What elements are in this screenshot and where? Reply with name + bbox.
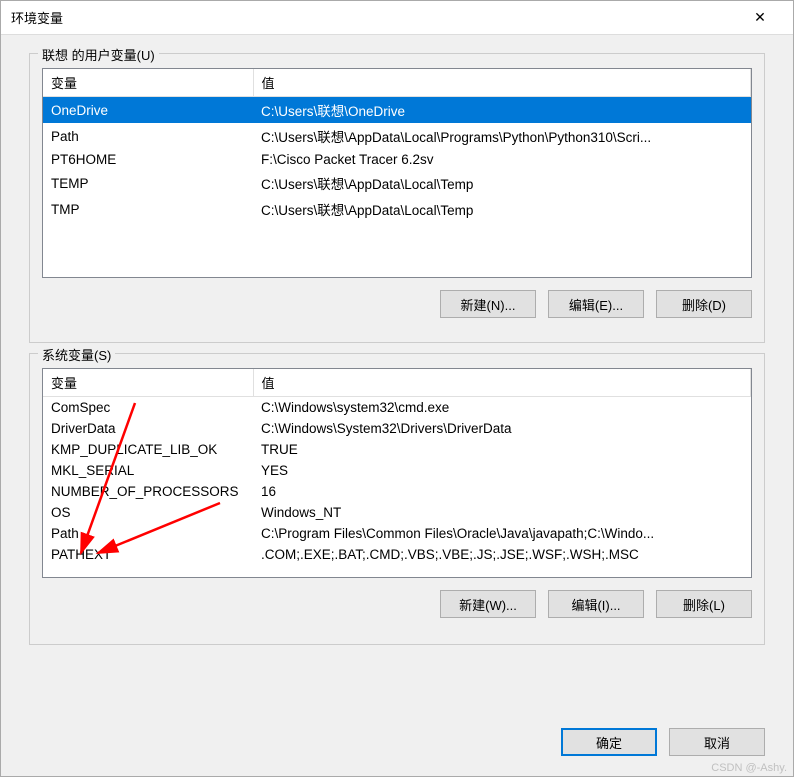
col-variable[interactable]: 变量 [43,69,253,97]
env-vars-dialog: 环境变量 ✕ 联想 的用户变量(U) 变量 值 OneDriveC:\Users… [0,0,794,777]
table-row[interactable]: PT6HOMEF:\Cisco Packet Tracer 6.2sv [43,149,751,170]
sys-vars-table: 变量 值 ComSpecC:\Windows\system32\cmd.exeD… [43,369,751,565]
cell-variable: KMP_DUPLICATE_LIB_OK [43,439,253,460]
cell-variable: PATHEXT [43,544,253,565]
table-row[interactable]: DriverDataC:\Windows\System32\Drivers\Dr… [43,418,751,439]
table-header-row: 变量 值 [43,69,751,97]
sys-vars-buttons: 新建(W)... 编辑(I)... 删除(L) [42,590,752,618]
dialog-footer: 确定 取消 [1,718,793,776]
ok-button[interactable]: 确定 [561,728,657,756]
user-delete-button[interactable]: 删除(D) [656,290,752,318]
table-row[interactable]: TMPC:\Users\联想\AppData\Local\Temp [43,196,751,222]
col-value[interactable]: 值 [253,69,751,97]
cell-value: .COM;.EXE;.BAT;.CMD;.VBS;.VBE;.JS;.JSE;.… [253,544,751,565]
cell-value: C:\Windows\system32\cmd.exe [253,397,751,419]
cell-value: F:\Cisco Packet Tracer 6.2sv [253,149,751,170]
cell-variable: OS [43,502,253,523]
cell-value: C:\Users\联想\AppData\Local\Temp [253,170,751,196]
titlebar: 环境变量 ✕ [1,1,793,35]
user-vars-label: 联想 的用户变量(U) [38,45,159,64]
cell-value: C:\Users\联想\AppData\Local\Programs\Pytho… [253,123,751,149]
user-vars-table-wrap[interactable]: 变量 值 OneDriveC:\Users\联想\OneDrivePathC:\… [42,68,752,278]
user-vars-group: 联想 的用户变量(U) 变量 值 OneDriveC:\Users\联想\One… [29,53,765,343]
sys-vars-group: 系统变量(S) 变量 值 ComSpecC:\Windows\system32\… [29,353,765,645]
table-row[interactable]: TEMPC:\Users\联想\AppData\Local\Temp [43,170,751,196]
table-row[interactable]: PATHEXT.COM;.EXE;.BAT;.CMD;.VBS;.VBE;.JS… [43,544,751,565]
table-row[interactable]: PathC:\Program Files\Common Files\Oracle… [43,523,751,544]
sys-new-button[interactable]: 新建(W)... [440,590,536,618]
cell-variable: ComSpec [43,397,253,419]
table-row[interactable]: PathC:\Users\联想\AppData\Local\Programs\P… [43,123,751,149]
cell-variable: TEMP [43,170,253,196]
user-new-button[interactable]: 新建(N)... [440,290,536,318]
cell-variable: TMP [43,196,253,222]
cell-variable: Path [43,123,253,149]
cell-value: C:\Windows\System32\Drivers\DriverData [253,418,751,439]
close-icon: ✕ [754,9,766,26]
table-row[interactable]: MKL_SERIALYES [43,460,751,481]
cell-value: C:\Program Files\Common Files\Oracle\Jav… [253,523,751,544]
table-row[interactable]: NUMBER_OF_PROCESSORS16 [43,481,751,502]
user-vars-table: 变量 值 OneDriveC:\Users\联想\OneDrivePathC:\… [43,69,751,222]
cell-value: C:\Users\联想\OneDrive [253,97,751,124]
cell-value: TRUE [253,439,751,460]
table-row[interactable]: ComSpecC:\Windows\system32\cmd.exe [43,397,751,419]
sys-edit-button[interactable]: 编辑(I)... [548,590,644,618]
cell-value: Windows_NT [253,502,751,523]
cell-variable: Path [43,523,253,544]
close-button[interactable]: ✕ [737,3,783,33]
cell-value: C:\Users\联想\AppData\Local\Temp [253,196,751,222]
cell-value: YES [253,460,751,481]
cell-variable: NUMBER_OF_PROCESSORS [43,481,253,502]
table-row[interactable]: OSWindows_NT [43,502,751,523]
table-header-row: 变量 值 [43,369,751,397]
sys-vars-table-wrap[interactable]: 变量 值 ComSpecC:\Windows\system32\cmd.exeD… [42,368,752,578]
table-row[interactable]: OneDriveC:\Users\联想\OneDrive [43,97,751,124]
cell-variable: PT6HOME [43,149,253,170]
user-vars-buttons: 新建(N)... 编辑(E)... 删除(D) [42,290,752,318]
dialog-body: 联想 的用户变量(U) 变量 值 OneDriveC:\Users\联想\One… [1,35,793,718]
cell-variable: MKL_SERIAL [43,460,253,481]
col-value[interactable]: 值 [253,369,751,397]
cancel-button[interactable]: 取消 [669,728,765,756]
dialog-title: 环境变量 [11,8,737,27]
cell-variable: DriverData [43,418,253,439]
col-variable[interactable]: 变量 [43,369,253,397]
user-edit-button[interactable]: 编辑(E)... [548,290,644,318]
watermark: CSDN @-Ashy. [711,762,787,774]
cell-variable: OneDrive [43,97,253,124]
cell-value: 16 [253,481,751,502]
sys-vars-label: 系统变量(S) [38,345,115,364]
sys-delete-button[interactable]: 删除(L) [656,590,752,618]
table-row[interactable]: KMP_DUPLICATE_LIB_OKTRUE [43,439,751,460]
